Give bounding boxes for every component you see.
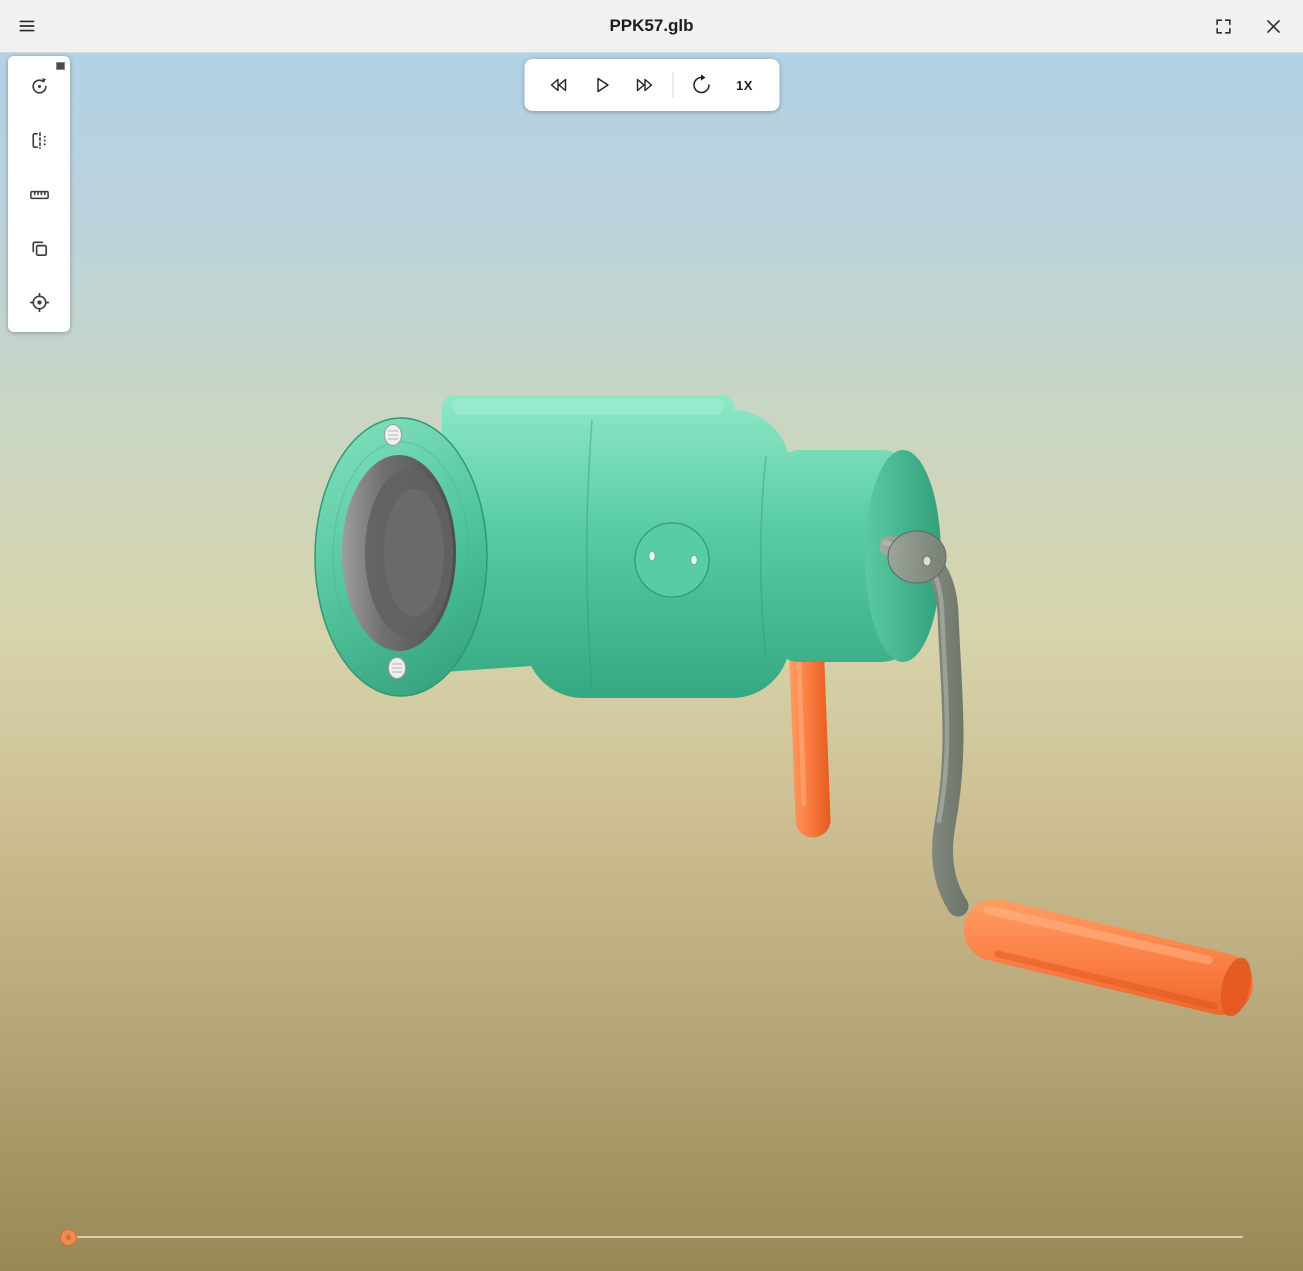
replay-icon [690,73,714,97]
play-button[interactable] [583,66,621,104]
playback-speed[interactable]: 1X [726,78,764,93]
replay-button[interactable] [683,66,721,104]
play-icon [590,73,614,97]
rewind-icon [547,73,571,97]
orbit-tool-button[interactable] [20,67,58,105]
orbit-icon [28,75,51,98]
close-button[interactable] [1255,8,1291,44]
3d-model [315,395,1256,1019]
layers-tool-button[interactable] [20,229,58,267]
model-bore [342,455,456,651]
close-icon [1264,17,1283,36]
timeline-track[interactable] [68,1236,1243,1238]
fullscreen-icon [1214,17,1233,36]
model-flange [315,418,487,696]
playback-bar: 1X [524,59,779,111]
measure-tool-button[interactable] [20,175,58,213]
flange-bolt-hole [385,425,402,446]
animation-timeline[interactable] [60,1229,1243,1246]
hamburger-icon [17,16,37,36]
timeline-thumb[interactable] [60,1229,77,1246]
layers-icon [28,237,51,260]
mirror-tool-button[interactable] [20,121,58,159]
focus-tool-button[interactable] [20,283,58,321]
model-viewport[interactable]: 1X [0,52,1303,1271]
playback-separator [673,72,674,98]
flange-bolt-hole [389,658,406,679]
target-icon [28,291,51,314]
panel-resize-handle[interactable] [56,62,65,70]
fast-forward-button[interactable] [626,66,664,104]
section-plane-icon [28,129,51,152]
3d-scene [0,52,1303,1271]
model-body [412,395,941,698]
titlebar: PPK57.glb [0,0,1303,53]
model-grip [988,910,1256,1019]
window-title: PPK57.glb [0,16,1303,36]
tool-panel [8,56,70,332]
ruler-icon [28,183,51,206]
fast-forward-icon [633,73,657,97]
menu-button[interactable] [9,8,45,44]
rewind-button[interactable] [540,66,578,104]
fullscreen-button[interactable] [1205,8,1241,44]
